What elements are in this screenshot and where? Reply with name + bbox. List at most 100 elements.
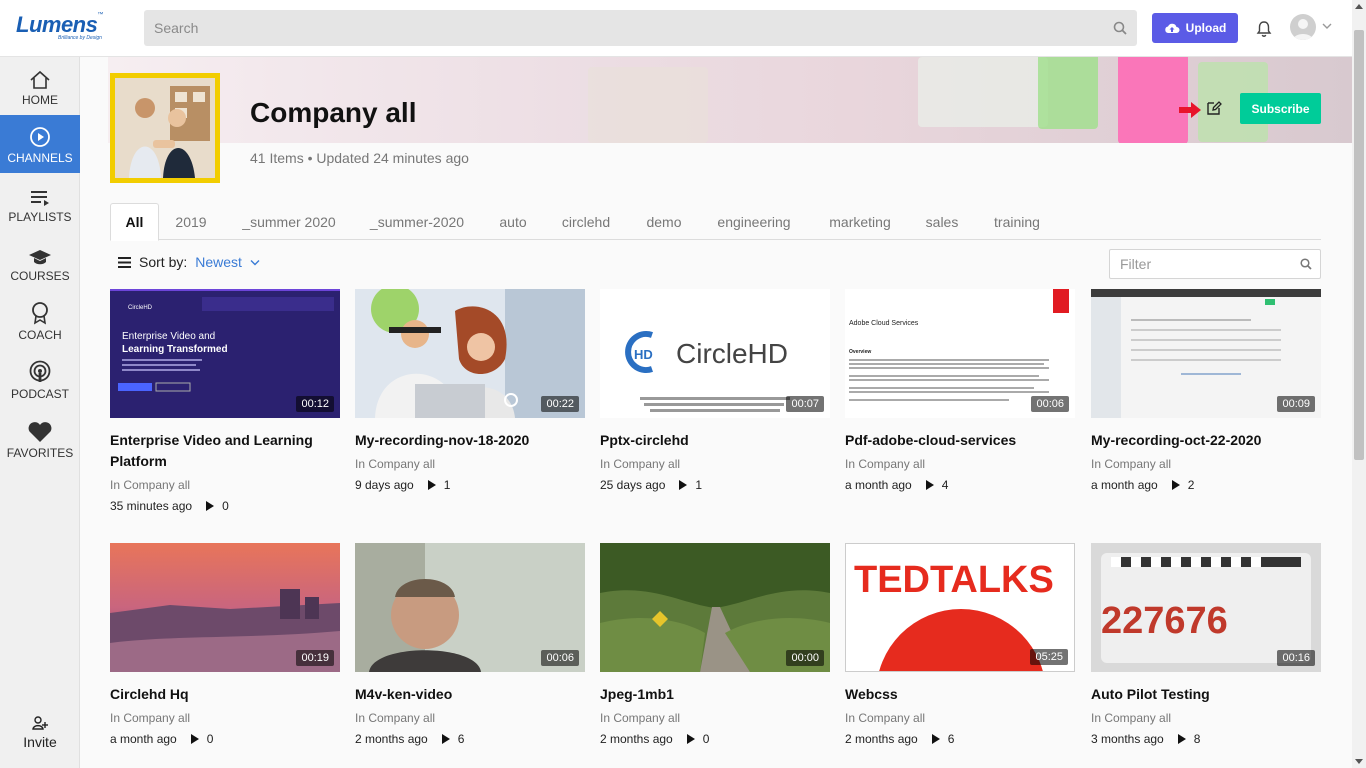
video-age: 2 months ago	[600, 732, 673, 746]
video-stats: 25 days ago 1	[600, 478, 830, 492]
tab-all[interactable]: All	[110, 203, 159, 241]
search-input[interactable]	[144, 10, 1137, 46]
video-title[interactable]: Circlehd Hq	[110, 684, 340, 705]
tab-demo[interactable]: demo	[634, 203, 694, 240]
video-title[interactable]: Enterprise Video and Learning Platform	[110, 430, 340, 472]
heart-icon	[28, 422, 52, 442]
play-circle-icon	[30, 127, 50, 147]
video-age: 35 minutes ago	[110, 499, 193, 513]
play-icon	[925, 480, 934, 490]
video-title[interactable]: Pptx-circlehd	[600, 430, 830, 451]
filter-input[interactable]	[1110, 250, 1290, 278]
video-thumbnail[interactable]: HD CircleHD 00:07	[600, 289, 830, 418]
thumb-headline-1: Enterprise Video and	[122, 331, 215, 342]
tab-engineering[interactable]: engineering	[708, 203, 800, 240]
video-duration: 05:25	[1030, 649, 1068, 665]
scroll-down-arrow-icon[interactable]	[1355, 759, 1363, 764]
video-thumbnail[interactable]: 00:06	[355, 543, 585, 672]
logo-tagline: Brilliance by Design	[58, 35, 102, 41]
video-card[interactable]: HD CircleHD 00:07 Pptx-circlehd In Compa…	[600, 289, 830, 492]
video-title[interactable]: Auto Pilot Testing	[1091, 684, 1321, 705]
tab-auto[interactable]: auto	[488, 203, 538, 240]
video-channel[interactable]: In Company all	[110, 478, 340, 492]
video-thumbnail[interactable]: CircleHD Enterprise Video and Learning T…	[110, 289, 340, 418]
video-channel[interactable]: In Company all	[1091, 711, 1321, 725]
video-title[interactable]: Jpeg-1mb1	[600, 684, 830, 705]
bell-icon[interactable]	[1256, 20, 1272, 38]
sidebar-item-courses[interactable]: COURSES	[0, 233, 80, 291]
edit-icon[interactable]	[1206, 100, 1222, 116]
video-channel[interactable]: In Company all	[600, 457, 830, 471]
scroll-up-arrow-icon[interactable]	[1355, 4, 1363, 9]
tab-2019[interactable]: 2019	[166, 203, 216, 240]
video-thumbnail[interactable]: TEDTALKS 05:25	[845, 543, 1075, 672]
video-card[interactable]: 227676 00:16 Auto Pilot Testing In Compa…	[1091, 543, 1321, 746]
chevron-down-icon[interactable]	[250, 259, 260, 266]
sidebar-item-podcast[interactable]: PODCAST	[0, 351, 80, 409]
sidebar-item-favorites[interactable]: FAVORITES	[0, 410, 80, 468]
podcast-icon	[29, 360, 51, 382]
video-channel[interactable]: In Company all	[1091, 457, 1321, 471]
graduation-cap-icon	[29, 250, 51, 265]
video-channel[interactable]: In Company all	[110, 711, 340, 725]
video-card[interactable]: 00:06 M4v-ken-video In Company all 2 mon…	[355, 543, 585, 746]
video-thumbnail[interactable]: 00:22	[355, 289, 585, 418]
chevron-down-icon[interactable]	[1322, 22, 1332, 30]
video-thumbnail[interactable]: 227676 00:16	[1091, 543, 1321, 672]
user-menu[interactable]	[1290, 14, 1332, 42]
video-channel[interactable]: In Company all	[845, 457, 1075, 471]
tab-circlehd[interactable]: circlehd	[553, 203, 619, 240]
video-card[interactable]: CircleHD Enterprise Video and Learning T…	[110, 289, 340, 513]
search-icon[interactable]	[1300, 258, 1312, 270]
video-card[interactable]: Adobe Cloud Services Overview 00:06 Pdf-…	[845, 289, 1075, 492]
play-icon	[686, 734, 695, 744]
tab-marketing[interactable]: marketing	[817, 203, 903, 240]
sidebar-item-playlists[interactable]: PLAYLISTS	[0, 174, 80, 232]
subscribe-button[interactable]: Subscribe	[1240, 93, 1321, 124]
tab-summer-2020[interactable]: _summer 2020	[232, 203, 346, 240]
sidebar-item-channels[interactable]: CHANNELS	[0, 115, 80, 173]
page-scrollbar[interactable]	[1352, 0, 1366, 768]
tab-training[interactable]: training	[982, 203, 1052, 240]
add-user-icon	[32, 716, 48, 730]
play-icon	[1171, 480, 1180, 490]
video-thumbnail[interactable]: Adobe Cloud Services Overview 00:06	[845, 289, 1075, 418]
play-icon	[1177, 734, 1186, 744]
upload-button[interactable]: Upload	[1152, 13, 1238, 43]
sidebar-item-label: PODCAST	[10, 387, 69, 401]
sidebar-item-coach[interactable]: COACH	[0, 292, 80, 350]
tab-summer-2020-dash[interactable]: _summer-2020	[362, 203, 472, 240]
video-channel[interactable]: In Company all	[845, 711, 1075, 725]
sort-control[interactable]: Sort by: Newest	[118, 252, 260, 272]
sort-value[interactable]: Newest	[195, 254, 242, 270]
tab-sales[interactable]: sales	[918, 203, 966, 240]
video-card[interactable]: 00:09 My-recording-oct-22-2020 In Compan…	[1091, 289, 1321, 492]
video-title[interactable]: Pdf-adobe-cloud-services	[845, 430, 1075, 451]
video-thumbnail[interactable]: 00:19	[110, 543, 340, 672]
video-title[interactable]: Webcss	[845, 684, 1075, 705]
video-card[interactable]: 00:22 My-recording-nov-18-2020 In Compan…	[355, 289, 585, 492]
home-icon	[30, 70, 50, 89]
video-title[interactable]: M4v-ken-video	[355, 684, 585, 705]
video-duration: 00:22	[541, 396, 579, 412]
video-title[interactable]: My-recording-oct-22-2020	[1091, 430, 1321, 451]
video-channel[interactable]: In Company all	[355, 711, 585, 725]
video-thumbnail[interactable]: 00:00	[600, 543, 830, 672]
video-channel[interactable]: In Company all	[600, 711, 830, 725]
avatar[interactable]	[1290, 14, 1316, 40]
lumens-logo[interactable]: Lumens™ Brilliance by Design	[16, 12, 116, 42]
video-channel[interactable]: In Company all	[355, 457, 585, 471]
search-icon[interactable]	[1113, 21, 1127, 35]
video-views: 2	[1187, 478, 1195, 492]
invite-button[interactable]: Invite	[0, 715, 80, 765]
video-card[interactable]: 00:00 Jpeg-1mb1 In Company all 2 months …	[600, 543, 830, 746]
sidebar-item-label: PLAYLISTS	[8, 210, 72, 224]
video-thumbnail[interactable]: 00:09	[1091, 289, 1321, 418]
scrollbar-thumb[interactable]	[1354, 30, 1364, 460]
video-title[interactable]: My-recording-nov-18-2020	[355, 430, 585, 451]
video-card[interactable]: 00:19 Circlehd Hq In Company all a month…	[110, 543, 340, 746]
video-card[interactable]: TEDTALKS 05:25 Webcss In Company all 2 m…	[845, 543, 1075, 746]
sidebar-item-home[interactable]: HOME	[0, 57, 80, 115]
video-stats: a month ago 2	[1091, 478, 1321, 492]
video-stats: 3 months ago 8	[1091, 732, 1321, 746]
